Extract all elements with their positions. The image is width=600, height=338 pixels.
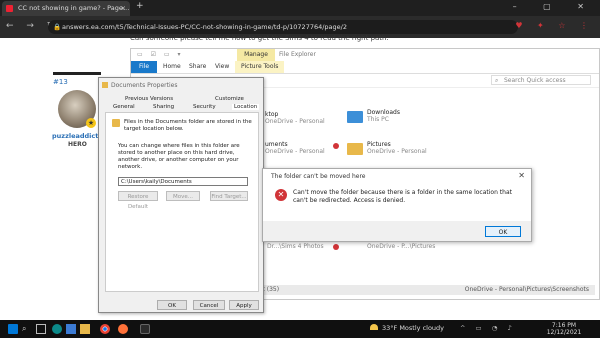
item-name: Pictures <box>367 141 391 148</box>
tab-close-icon[interactable]: × <box>121 1 126 16</box>
lock-icon: 🔒 <box>53 23 62 31</box>
properties-tabs: Previous Versions Customize General Shar… <box>105 96 260 112</box>
tab-title: CC not showing in game? - Page… <box>18 4 130 12</box>
app-icon[interactable] <box>140 324 150 334</box>
item-location: OneDrive - Personal <box>367 148 427 155</box>
weather-text: 33°F Mostly cloudy <box>382 324 445 332</box>
tab-customize[interactable]: Customize <box>215 96 244 102</box>
cancel-button[interactable]: Cancel <box>193 300 225 310</box>
item-location: OneDrive - Personal <box>265 148 325 155</box>
search-icon: ⌕ <box>495 77 499 84</box>
item-path: Dr...\Sims 4 Photos <box>267 243 324 250</box>
folder-icon <box>112 119 120 127</box>
error-icon: ✕ <box>275 189 287 201</box>
ribbon-share-tab[interactable]: Share <box>189 61 206 73</box>
apply-button[interactable]: Apply <box>229 300 259 310</box>
star-icon: ★ <box>86 118 96 128</box>
question-snippet: Can someone please tell me how to get th… <box>130 34 389 42</box>
item-location: This PC <box>367 116 389 123</box>
site-favicon-icon <box>6 5 13 12</box>
location-info: Files in the Documents folder are stored… <box>124 119 252 132</box>
browser-tab-bar: CC not showing in game? - Page… × + – ▢ … <box>0 0 600 16</box>
sync-error-icon <box>333 244 339 250</box>
quick-access-item[interactable]: Downloads This PC <box>367 109 400 123</box>
item-name: ktop <box>265 111 279 118</box>
dialog-footer: OK <box>263 221 531 241</box>
ribbon-picture-tools-tab[interactable]: Picture Tools <box>235 61 285 73</box>
address-bar[interactable]: 🔒 answers.ea.com/t5/Technical-Issues-PC/… <box>48 20 518 34</box>
item-name: Downloads <box>367 109 400 116</box>
edge-icon[interactable] <box>52 324 62 334</box>
username-link[interactable]: puzzleaddict <box>52 132 98 140</box>
recent-file-item[interactable]: Dr...\Sims 4 Photos <box>267 243 324 250</box>
recent-file-item[interactable]: OneDrive - P...\Pictures <box>367 243 435 250</box>
item-location: OneDrive - Personal <box>265 118 325 125</box>
weather-widget[interactable]: 33°F Mostly cloudy <box>370 324 444 332</box>
windows-start-icon[interactable] <box>8 324 18 334</box>
browser-extension-icons[interactable]: ♥ ✦ ☆ ⋮ <box>515 21 594 30</box>
firefox-icon[interactable] <box>118 324 128 334</box>
location-path-input[interactable]: C:\Users\kaily\Documents <box>118 177 248 186</box>
ribbon-file-tab[interactable]: File <box>131 61 157 73</box>
system-tray-icons[interactable]: ^ ▭ ◔ ♪ <box>460 324 516 332</box>
dialog-title: Documents Properties <box>111 82 178 89</box>
browser-tab[interactable]: CC not showing in game? - Page… × <box>2 1 130 16</box>
rank-badge: HERO <box>68 141 87 148</box>
post-divider <box>53 72 101 75</box>
location-description: You can change where files in this folde… <box>118 143 240 170</box>
new-tab-button[interactable]: + <box>136 1 144 11</box>
explorer-search-input[interactable]: ⌕ Search Quick access <box>491 75 591 85</box>
pictures-folder-icon <box>347 143 363 155</box>
quick-access-item[interactable]: uments OneDrive - Personal <box>265 141 325 155</box>
tab-previous-versions[interactable]: Previous Versions <box>125 96 173 102</box>
manage-tab[interactable]: Manage <box>237 49 275 61</box>
cloud-sun-icon <box>370 324 378 330</box>
clock-date: 12/12/2021 <box>546 329 582 336</box>
item-path: OneDrive - P...\Pictures <box>367 243 436 250</box>
store-icon[interactable] <box>66 324 76 334</box>
windows-taskbar: ⌕ 33°F Mostly cloudy ^ ▭ ◔ ♪ 7:16 PM 12/… <box>0 320 600 338</box>
tab-sharing[interactable]: Sharing <box>153 104 174 110</box>
tab-general[interactable]: General <box>113 104 135 110</box>
clock[interactable]: 7:16 PM 12/12/2021 <box>544 322 584 336</box>
location-panel: Files in the Documents folder are stored… <box>105 112 259 292</box>
explorer-titlebar: ▭ ☑ ▭ ▾ Manage File Explorer <box>131 49 599 61</box>
folder-icon <box>102 82 108 88</box>
search-placeholder: Search Quick access <box>504 77 566 84</box>
status-right: OneDrive - Personal\Pictures\Screenshots <box>464 286 589 293</box>
item-name: uments <box>265 141 288 148</box>
window-controls[interactable]: – ▢ ✕ <box>513 2 596 11</box>
move-button[interactable]: Move... <box>166 191 200 201</box>
ribbon-view-tab[interactable]: View <box>215 61 229 73</box>
clock-time: 7:16 PM <box>551 322 577 329</box>
error-ok-button[interactable]: OK <box>485 226 521 237</box>
downloads-folder-icon <box>347 111 363 123</box>
quick-access-toolbar[interactable]: ▭ ☑ ▭ ▾ <box>137 51 183 58</box>
file-explorer-icon[interactable] <box>80 324 90 334</box>
restore-default-button[interactable]: Restore Default <box>118 191 158 210</box>
url-text: answers.ea.com/t5/Technical-Issues-PC/CC… <box>62 23 347 31</box>
task-view-icon[interactable] <box>36 324 46 334</box>
sync-error-icon <box>333 143 339 149</box>
post-number[interactable]: #13 <box>53 78 68 86</box>
ribbon-home-tab[interactable]: Home <box>163 61 181 73</box>
tab-security[interactable]: Security <box>193 104 216 110</box>
error-message: Can't move the folder because there is a… <box>293 189 512 204</box>
error-title: The folder can't be moved here <box>271 173 366 180</box>
quick-access-item[interactable]: Pictures OneDrive - Personal <box>367 141 427 155</box>
explorer-status-row[interactable]: hot (35) OneDrive - Personal\Pictures\Sc… <box>255 285 595 295</box>
ok-button[interactable]: OK <box>157 300 187 310</box>
quick-access-item[interactable]: ktop OneDrive - Personal <box>265 111 325 125</box>
find-target-button[interactable]: Find Target... <box>210 191 248 201</box>
tab-location[interactable]: Location <box>232 104 260 110</box>
search-icon[interactable]: ⌕ <box>22 324 32 334</box>
close-icon[interactable]: ✕ <box>518 171 525 180</box>
folder-move-error-dialog: The folder can't be moved here ✕ ✕ Can't… <box>262 168 532 242</box>
explorer-title: File Explorer <box>279 51 316 58</box>
documents-properties-dialog: Documents Properties Previous Versions C… <box>98 77 264 313</box>
chrome-icon[interactable] <box>100 324 110 334</box>
